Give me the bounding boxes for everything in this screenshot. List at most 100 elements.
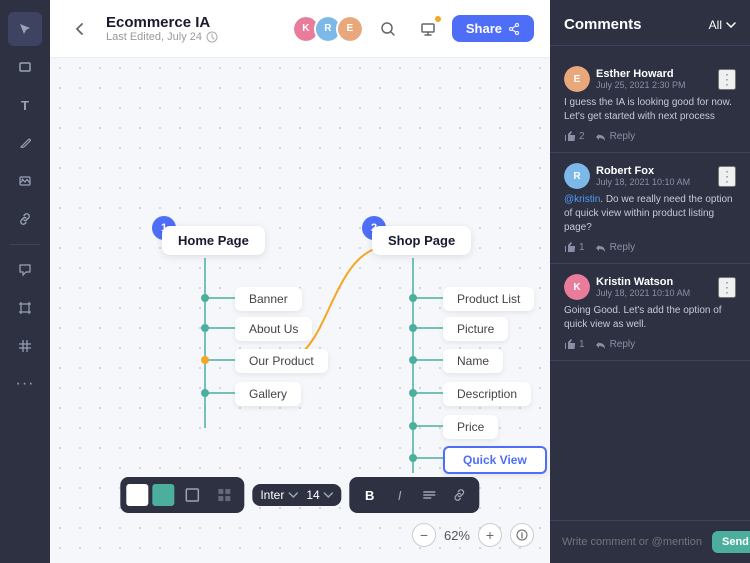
- comment-2-date: July 18, 2021 10:10 AM: [596, 177, 690, 187]
- comments-panel: Comments All E Esther Howard July 25, 20…: [550, 0, 750, 563]
- comment-3-name: Kristin Watson: [596, 276, 690, 288]
- tool-text[interactable]: T: [8, 88, 42, 122]
- comment-1-like[interactable]: 2: [564, 130, 585, 142]
- font-family-label: Inter: [260, 488, 284, 502]
- comment-1-name: Esther Howard: [596, 68, 686, 80]
- left-toolbar: T: [0, 0, 50, 563]
- fill-white-btn[interactable]: [126, 484, 148, 506]
- tool-link[interactable]: [8, 202, 42, 236]
- tool-image[interactable]: [8, 164, 42, 198]
- fill-color-group: [120, 477, 244, 513]
- comment-item-2: R Robert Fox July 18, 2021 10:10 AM ⋮ @k…: [550, 153, 750, 264]
- comment-1-reply[interactable]: Reply: [595, 130, 636, 142]
- our-product-node[interactable]: Our Product: [235, 349, 328, 373]
- comment-1-date: July 25, 2021 2:30 PM: [596, 80, 686, 90]
- canvas[interactable]: 1 Home Page Banner About Us Our Product …: [50, 58, 550, 563]
- comment-3-avatar: K: [564, 274, 590, 300]
- comment-2-text: @kristin. Do we really need the option o…: [564, 193, 736, 235]
- comments-header: Comments All: [550, 0, 750, 46]
- font-family-chevron: [288, 492, 298, 498]
- price-node[interactable]: Price: [443, 415, 498, 439]
- comment-1-more[interactable]: ⋮: [718, 69, 736, 90]
- notification-badge: [434, 15, 442, 23]
- comment-3-user: K Kristin Watson July 18, 2021 10:10 AM: [564, 274, 690, 300]
- gallery-node[interactable]: Gallery: [235, 382, 301, 406]
- font-family-group: Inter 14: [252, 484, 341, 506]
- comment-1-user: E Esther Howard July 25, 2021 2:30 PM: [564, 66, 686, 92]
- back-button[interactable]: [66, 15, 94, 43]
- present-button[interactable]: [412, 13, 444, 45]
- bold-btn[interactable]: B: [356, 481, 384, 509]
- like-icon: [564, 130, 576, 142]
- reply-icon-2: [595, 241, 607, 253]
- project-title: Ecommerce IA: [106, 14, 280, 31]
- comment-input-area: Send: [550, 520, 750, 563]
- comment-3-date: July 18, 2021 10:10 AM: [596, 288, 690, 298]
- tool-pen[interactable]: [8, 126, 42, 160]
- fill-green-btn[interactable]: [152, 484, 174, 506]
- toolbar-divider: [10, 244, 40, 245]
- avatar-group: K R E: [292, 15, 364, 43]
- tool-more[interactable]: ···: [8, 367, 42, 401]
- picture-node[interactable]: Picture: [443, 317, 508, 341]
- comment-1-text: I guess the IA is looking good for now. …: [564, 96, 736, 124]
- comment-2-reply[interactable]: Reply: [595, 241, 636, 253]
- zoom-info-button[interactable]: [510, 523, 534, 547]
- font-size-chevron: [324, 492, 334, 498]
- align-btn[interactable]: [416, 481, 444, 509]
- tool-select[interactable]: [8, 12, 42, 46]
- comment-3-like[interactable]: 1: [564, 338, 585, 350]
- tool-rectangle[interactable]: [8, 50, 42, 84]
- comments-title: Comments: [564, 16, 642, 33]
- avatar-3: E: [336, 15, 364, 43]
- banner-node[interactable]: Banner: [235, 287, 302, 311]
- comment-2-user: R Robert Fox July 18, 2021 10:10 AM: [564, 163, 690, 189]
- like-icon-3: [564, 338, 576, 350]
- comment-1-header: E Esther Howard July 25, 2021 2:30 PM ⋮: [564, 66, 736, 92]
- comment-2-name: Robert Fox: [596, 165, 690, 177]
- about-us-node[interactable]: About Us: [235, 317, 312, 341]
- tool-grid[interactable]: [8, 329, 42, 363]
- comment-item-1: E Esther Howard July 25, 2021 2:30 PM ⋮ …: [550, 56, 750, 153]
- product-list-node[interactable]: Product List: [443, 287, 534, 311]
- project-subtitle: Last Edited, July 24: [106, 31, 280, 43]
- search-button[interactable]: [372, 13, 404, 45]
- fill-pattern-btn[interactable]: [210, 481, 238, 509]
- comment-item-3: K Kristin Watson July 18, 2021 10:10 AM …: [550, 264, 750, 361]
- like-icon-2: [564, 241, 576, 253]
- comment-2-like[interactable]: 1: [564, 241, 585, 253]
- comments-filter[interactable]: All: [709, 18, 736, 32]
- comment-3-text: Going Good. Let's add the option of quic…: [564, 304, 736, 332]
- fill-outline-btn[interactable]: [178, 481, 206, 509]
- title-area: Ecommerce IA Last Edited, July 24: [106, 14, 280, 43]
- home-page-node[interactable]: 1 Home Page: [162, 226, 265, 255]
- reply-icon-3: [595, 338, 607, 350]
- comment-3-header: K Kristin Watson July 18, 2021 10:10 AM …: [564, 274, 736, 300]
- name-node[interactable]: Name: [443, 349, 503, 373]
- shop-page-node[interactable]: 2 Shop Page: [372, 226, 471, 255]
- comment-input-field[interactable]: [562, 536, 704, 548]
- font-size-label: 14: [306, 488, 319, 502]
- comment-3-reply[interactable]: Reply: [595, 338, 636, 350]
- comment-1-actions: 2 Reply: [564, 130, 736, 142]
- send-comment-button[interactable]: Send: [712, 531, 750, 553]
- zoom-out-button[interactable]: −: [412, 523, 436, 547]
- comment-2-header: R Robert Fox July 18, 2021 10:10 AM ⋮: [564, 163, 736, 189]
- bottom-format-toolbar: Inter 14 B I: [120, 477, 479, 513]
- share-button[interactable]: Share: [452, 15, 534, 42]
- comment-3-more[interactable]: ⋮: [718, 277, 736, 298]
- italic-btn[interactable]: I: [386, 481, 414, 509]
- home-page-title[interactable]: Home Page: [162, 226, 265, 255]
- comment-2-actions: 1 Reply: [564, 241, 736, 253]
- hyperlink-btn[interactable]: [446, 481, 474, 509]
- comment-1-avatar: E: [564, 66, 590, 92]
- tool-frame[interactable]: [8, 291, 42, 325]
- quick-view-node[interactable]: Quick View: [443, 446, 547, 474]
- shop-page-title[interactable]: Shop Page: [372, 226, 471, 255]
- tool-speech[interactable]: [8, 253, 42, 287]
- zoom-in-button[interactable]: +: [478, 523, 502, 547]
- comment-2-more[interactable]: ⋮: [718, 166, 736, 187]
- main-area: Ecommerce IA Last Edited, July 24 K R E: [50, 0, 550, 563]
- description-node[interactable]: Description: [443, 382, 531, 406]
- header-actions: K R E: [292, 13, 534, 45]
